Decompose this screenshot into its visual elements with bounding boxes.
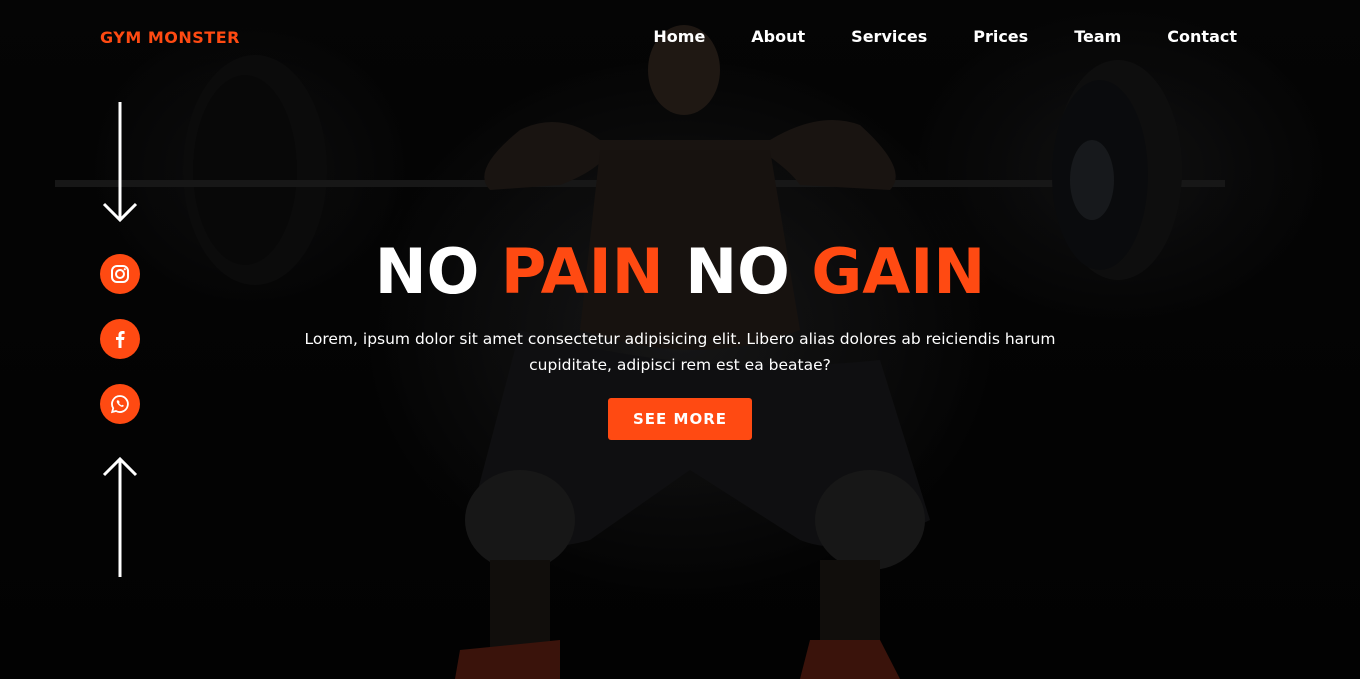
headline-word-pain: PAIN [500,235,664,308]
hero-headline: NO PAIN NO GAIN [0,232,1360,312]
arrow-up-icon [102,456,138,577]
top-navigation: GYM MONSTER Home About Services Prices T… [0,0,1360,76]
brand-logo[interactable]: GYM MONSTER [100,28,240,47]
nav-item-about[interactable]: About [751,27,805,46]
arrow-down-icon [102,102,138,223]
see-more-button[interactable]: SEE MORE [608,398,752,440]
hero-content: NO PAIN NO GAIN Lorem, ipsum dolor sit a… [0,232,1360,440]
nav-item-services[interactable]: Services [851,27,927,46]
nav-item-prices[interactable]: Prices [973,27,1028,46]
nav-item-contact[interactable]: Contact [1167,27,1237,46]
nav-links: Home About Services Prices Team Contact [653,27,1237,46]
headline-word-no: NO [374,235,480,308]
nav-item-team[interactable]: Team [1074,27,1121,46]
nav-item-home[interactable]: Home [653,27,705,46]
headline-word-gain: GAIN [811,235,986,308]
headline-word-no-2: NO [685,235,790,308]
hero-subtitle: Lorem, ipsum dolor sit amet consectetur … [304,330,1056,374]
